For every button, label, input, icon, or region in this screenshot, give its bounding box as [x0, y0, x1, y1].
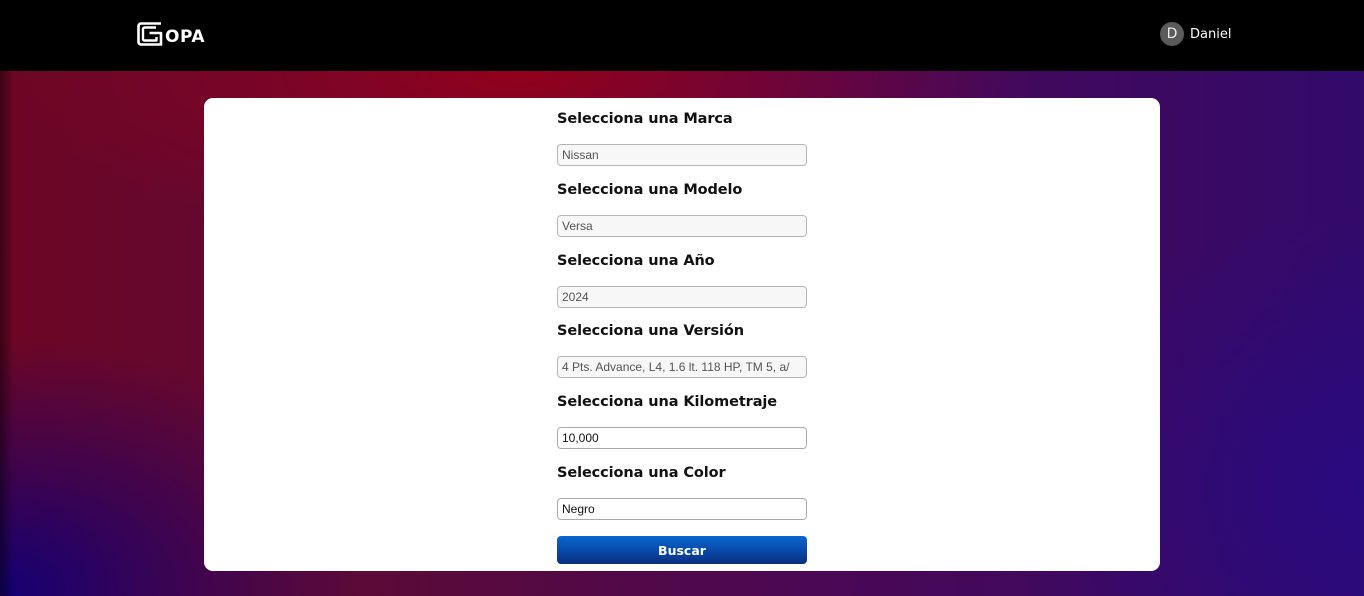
field-label-kilometraje: Selecciona una Kilometraje: [557, 394, 777, 410]
user-name[interactable]: Daniel: [1190, 27, 1231, 42]
field-label-version: Selecciona una Versión: [557, 323, 744, 339]
color-input[interactable]: Negro: [557, 498, 807, 520]
field-label-color: Selecciona una Color: [557, 465, 726, 481]
modelo-select[interactable]: Versa: [557, 215, 807, 237]
field-kilometraje: Selecciona una Kilometraje 10,000: [557, 391, 807, 449]
field-label-marca: Selecciona una Marca: [557, 111, 733, 127]
kilometraje-input[interactable]: 10,000: [557, 427, 807, 449]
user-menu[interactable]: D Daniel: [1160, 22, 1231, 46]
field-label-ano: Selecciona una Año: [557, 253, 715, 269]
top-navbar: OPA D Daniel: [0, 0, 1364, 71]
version-select[interactable]: 4 Pts. Advance, L4, 1.6 lt. 118 HP, TM 5…: [557, 356, 807, 378]
background-edge-shadow: [0, 71, 14, 596]
logo-g-icon: [137, 22, 163, 46]
brand-logo[interactable]: OPA: [136, 19, 205, 47]
field-label-modelo: Selecciona una Modelo: [557, 182, 743, 198]
logo-text: OPA: [165, 27, 206, 47]
avatar[interactable]: D: [1160, 22, 1184, 46]
search-button[interactable]: Buscar: [557, 536, 807, 564]
field-ano: Selecciona una Año 2024: [557, 250, 807, 308]
ano-select[interactable]: 2024: [557, 286, 807, 308]
search-form-card: Selecciona una Marca Nissan Selecciona u…: [204, 98, 1160, 571]
marca-select[interactable]: Nissan: [557, 144, 807, 166]
field-version: Selecciona una Versión 4 Pts. Advance, L…: [557, 320, 807, 378]
field-modelo: Selecciona una Modelo Versa: [557, 179, 807, 237]
field-marca: Selecciona una Marca Nissan: [557, 108, 807, 166]
field-color: Selecciona una Color Negro: [557, 462, 807, 520]
